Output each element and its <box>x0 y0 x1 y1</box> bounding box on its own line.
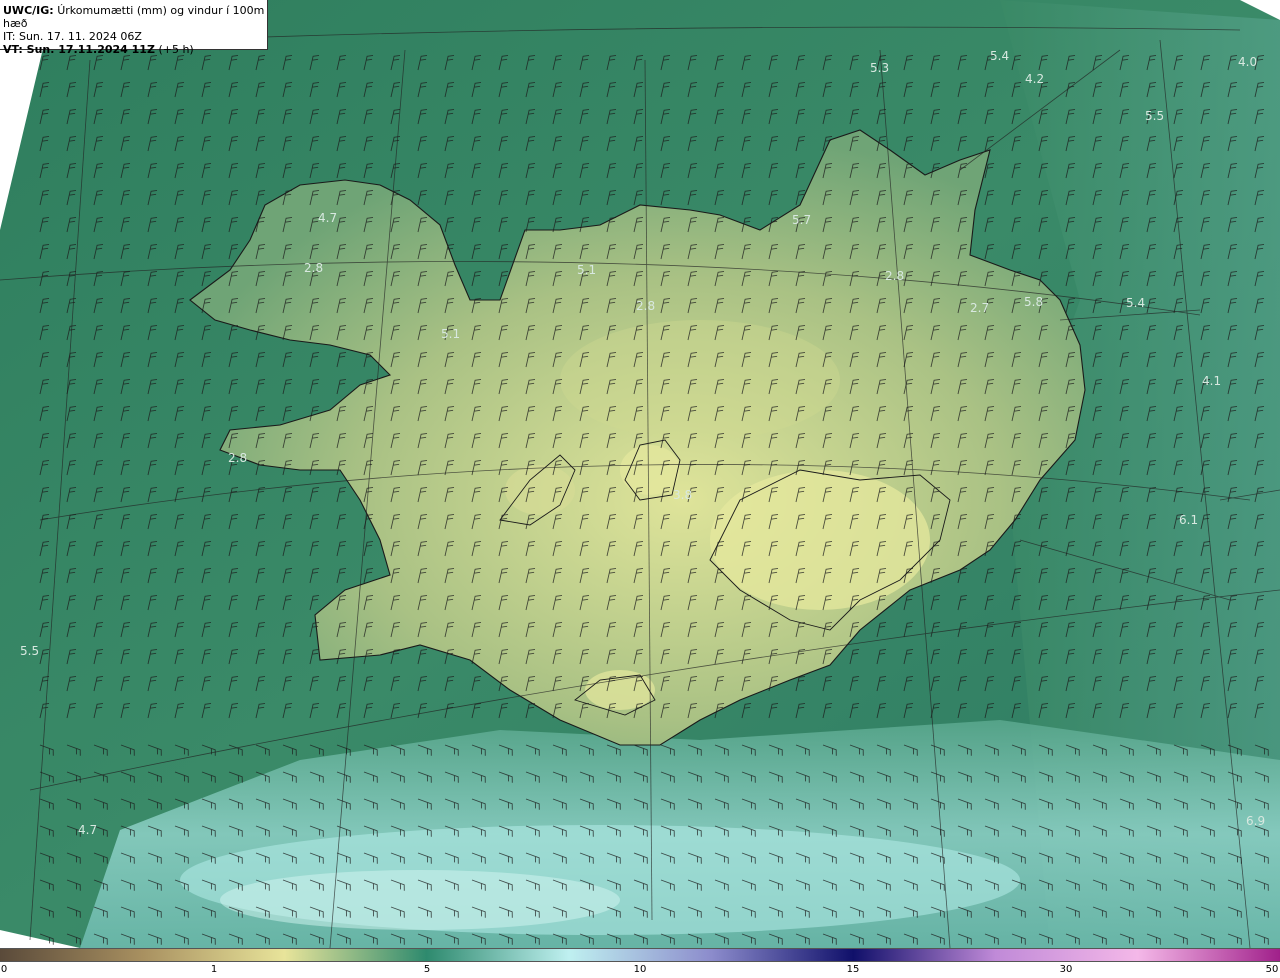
map-header: UWC/IG: Úrkomumætti (mm) og vindur í 100… <box>0 0 268 56</box>
value-label: 3.8 <box>673 488 692 502</box>
value-label: 5.7 <box>792 213 811 227</box>
value-label: 5.4 <box>1126 296 1145 310</box>
precipitation-colorbar <box>0 948 1280 962</box>
value-label: 4.7 <box>78 823 97 837</box>
colorbar-tick: 30 <box>1059 964 1073 975</box>
map-canvas: 5.3 5.4 4.2 4.0 5.5 4.7 2.8 5.7 5.1 2.8 … <box>0 0 1280 948</box>
product-code: UWC/IG: <box>3 4 54 17</box>
value-label: 5.5 <box>20 644 39 658</box>
valid-time-line: VT: Sun. 17.11.2024 11Z (+5 h) <box>3 43 267 56</box>
header-title-line: UWC/IG: Úrkomumætti (mm) og vindur í 100… <box>3 4 267 30</box>
colorbar-tick: 1 <box>210 964 218 975</box>
value-label: 2.8 <box>885 269 904 283</box>
value-label: 2.8 <box>304 261 323 275</box>
value-label: 4.1 <box>1202 374 1221 388</box>
colorbar-tick: 0 <box>0 964 8 975</box>
value-label: 4.2 <box>1025 72 1044 86</box>
valid-time: VT: Sun. 17.11.2024 11Z <box>3 43 155 56</box>
value-label: 2.7 <box>970 301 989 315</box>
value-label: 4.0 <box>1238 55 1257 69</box>
valid-offset: (+5 h) <box>158 43 194 56</box>
initial-time: IT: Sun. 17. 11. 2024 06Z <box>3 30 142 43</box>
value-label: 6.1 <box>1179 513 1198 527</box>
colorbar-tick: 50 <box>1265 964 1279 975</box>
colorbar-tick: 5 <box>423 964 431 975</box>
weather-map: 5.3 5.4 4.2 4.0 5.5 4.7 2.8 5.7 5.1 2.8 … <box>0 0 1280 978</box>
value-label: 5.4 <box>990 49 1009 63</box>
value-label: 5.8 <box>1024 295 1043 309</box>
colorbar-tick: 10 <box>633 964 647 975</box>
value-label: 5.5 <box>1145 109 1164 123</box>
colorbar-tick: 15 <box>846 964 860 975</box>
value-label: 5.1 <box>577 263 596 277</box>
value-label: 5.3 <box>870 61 889 75</box>
value-label: 5.1 <box>441 327 460 341</box>
value-label: 4.7 <box>318 211 337 225</box>
value-label: 2.8 <box>636 299 655 313</box>
value-label: 2.8 <box>228 451 247 465</box>
value-label: 6.9 <box>1246 814 1265 828</box>
